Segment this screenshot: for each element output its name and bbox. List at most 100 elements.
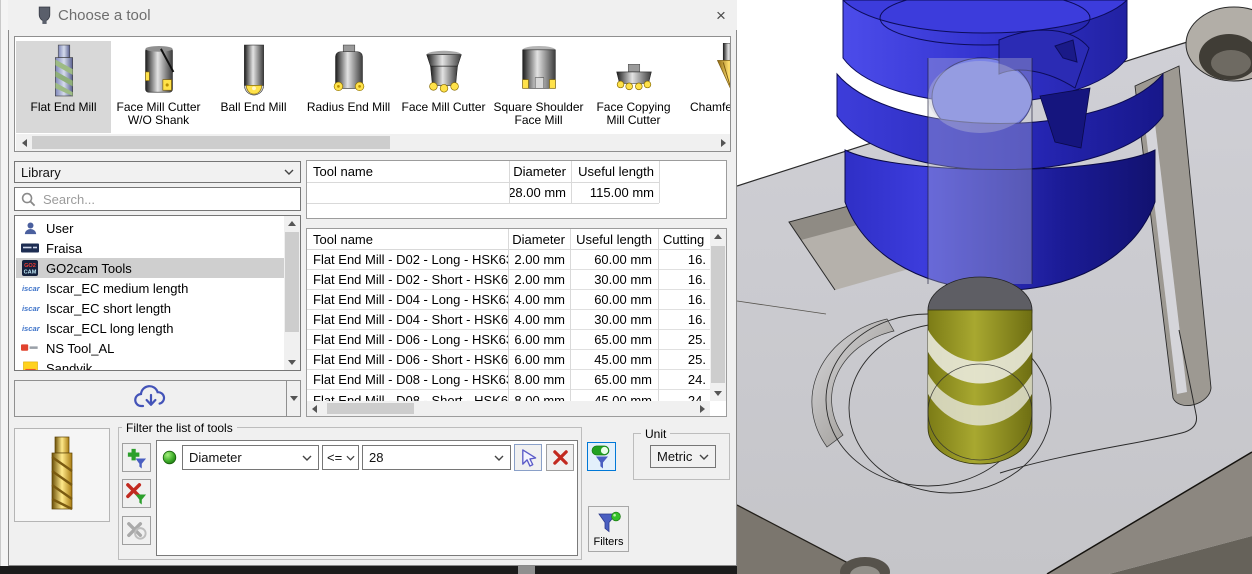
pointer-cursor-icon: [521, 449, 536, 467]
tools-table-scroll-up[interactable]: [710, 229, 726, 244]
library-item-iscar-ec-short[interactable]: iscar Iscar_EC short length: [16, 298, 284, 318]
close-button[interactable]: ×: [709, 5, 733, 26]
header-useful-length: Useful length: [576, 231, 652, 247]
library-item-iscar-ec-medium[interactable]: iscar Iscar_EC medium length: [16, 278, 284, 298]
library-list-scroll-up[interactable]: [284, 216, 300, 231]
tools-table-vscrollbar-thumb[interactable]: [711, 246, 725, 383]
value-useful-length: 115.00 mm: [589, 185, 654, 200]
cell-useful-length: 45.00 mm: [594, 352, 652, 367]
tool-type-label: Flat End Mill: [30, 100, 97, 114]
download-options-caret[interactable]: [287, 380, 301, 417]
tools-table-scroll-left[interactable]: [307, 401, 322, 416]
header-diameter: Diameter: [513, 164, 566, 179]
chamfer-mill-icon: [704, 41, 730, 99]
library-item-sandvik[interactable]: Sandvik: [16, 358, 284, 370]
scroll-down-icon: [714, 391, 722, 396]
scroll-down-icon: [288, 360, 296, 365]
library-list-scroll-down[interactable]: [284, 355, 300, 370]
download-library-button[interactable]: [14, 380, 287, 417]
app-root: Choose a tool × Flat End Mill Face Mill …: [0, 0, 1252, 574]
tool-strip-scroll-left[interactable]: [16, 134, 32, 151]
tool-preview-box: [14, 428, 110, 522]
tool-type-face-mill-cutter[interactable]: Face Mill Cutter: [396, 41, 491, 133]
cell-useful-length: 65.00 mm: [594, 372, 652, 387]
chevron-down-icon: [302, 455, 312, 461]
filter-toggle-icon: [591, 445, 609, 469]
cell-cutting: 16.: [687, 312, 706, 327]
scroll-left-icon: [312, 404, 317, 413]
filter-active-led: [162, 450, 177, 465]
tool-type-label: Face Copying Mill Cutter: [596, 100, 671, 127]
tool-type-radius-end-mill[interactable]: Radius End Mill: [301, 41, 396, 133]
3d-scene[interactable]: [736, 0, 1252, 574]
add-filter-button[interactable]: [122, 443, 151, 472]
selected-tool-header-row: Tool name Diameter Useful length: [307, 161, 659, 182]
search-box[interactable]: [14, 187, 301, 211]
tools-table-scroll-down[interactable]: [710, 386, 726, 401]
library-selector[interactable]: Library: [14, 161, 301, 183]
cell-tool-name: Flat End Mill - D04 - Short - HSK63: [313, 312, 508, 327]
3d-viewport[interactable]: [736, 0, 1252, 574]
tool-strip-scrollbar-thumb[interactable]: [32, 136, 390, 149]
face-copying-mill-cutter-icon: [609, 41, 659, 99]
filters-button[interactable]: Filters: [588, 506, 629, 552]
square-shoulder-face-mill-icon: [514, 41, 564, 99]
chevron-down-icon: [699, 454, 709, 460]
tools-table-hscrollbar-thumb[interactable]: [327, 403, 414, 414]
cell-cutting: 24.: [687, 372, 706, 387]
tool-type-ball-end-mill[interactable]: Ball End Mill: [206, 41, 301, 133]
tool-shank[interactable]: [927, 58, 1033, 344]
red-x-icon: [552, 450, 568, 465]
library-item-label: Iscar_EC short length: [46, 300, 172, 316]
face-mill-cutter-icon: [419, 41, 469, 99]
cell-useful-length: 60.00 mm: [594, 292, 652, 307]
tool-type-face-mill-wo-shank[interactable]: Face Mill Cutter W/O Shank: [111, 41, 206, 133]
filter-enable-toggle-button[interactable]: [587, 442, 616, 471]
search-input[interactable]: [43, 191, 273, 207]
filter-value-combobox[interactable]: 28: [362, 445, 511, 470]
pick-filter-button[interactable]: [514, 444, 542, 471]
cell-tool-name: Flat End Mill - D08 - Long - HSK63: [313, 372, 508, 387]
scroll-right-icon: [720, 138, 726, 147]
header-tool-name: Tool name: [313, 231, 373, 247]
cell-tool-name: Flat End Mill - D06 - Short - HSK63: [313, 352, 508, 367]
library-item-fraisa[interactable]: Fraisa: [16, 238, 284, 258]
cloud-download-icon: [133, 385, 165, 408]
nstool-logo: [20, 340, 40, 356]
library-selector-value: Library: [21, 164, 61, 180]
cell-useful-length: 60.00 mm: [594, 252, 652, 267]
library-item-label: Iscar_ECL long length: [46, 320, 174, 336]
library-item-ns-tool-al[interactable]: NS Tool_AL: [16, 338, 284, 358]
cell-diameter: 6.00 mm: [514, 352, 565, 367]
fraisa-logo: [20, 240, 40, 256]
radius-end-mill-icon: [324, 41, 374, 99]
cell-cutting: 16.: [687, 252, 706, 267]
chevron-down-icon: [284, 169, 294, 175]
tools-table-scroll-right[interactable]: [695, 401, 710, 416]
delete-filter-row-button[interactable]: [546, 444, 574, 471]
tool-type-flat-end-mill[interactable]: Flat End Mill: [16, 41, 111, 133]
library-item-user[interactable]: User: [16, 218, 284, 238]
tool-type-face-copying-mill-cutter[interactable]: Face Copying Mill Cutter: [586, 41, 681, 133]
cell-diameter: 4.00 mm: [514, 292, 565, 307]
tool-strip-scroll-right[interactable]: [715, 134, 730, 151]
caret-down-icon: [289, 396, 298, 401]
scroll-up-icon: [714, 234, 722, 239]
filter-operator-select[interactable]: <=: [322, 445, 359, 470]
tool-type-chamfer[interactable]: Chamfe: [681, 41, 730, 133]
tool-type-label: Ball End Mill: [220, 100, 287, 114]
remove-filter-button[interactable]: [122, 479, 151, 508]
library-item-iscar-ecl-long[interactable]: iscar Iscar_ECL long length: [16, 318, 284, 338]
clear-filters-button-disabled[interactable]: [122, 516, 151, 545]
cutter[interactable]: [927, 309, 1033, 465]
cell-useful-length: 30.00 mm: [594, 272, 652, 287]
library-list-scrollbar-thumb[interactable]: [285, 232, 299, 332]
library-item-go2cam-tools[interactable]: GO2 CAM GO2cam Tools: [16, 258, 284, 278]
library-item-label: Fraisa: [46, 240, 83, 256]
svg-text:iscar: iscar: [21, 284, 39, 293]
filters-button-label: Filters: [593, 535, 624, 548]
clear-filters-icon: [127, 522, 147, 540]
unit-select[interactable]: Metric: [650, 445, 716, 468]
tool-type-square-shoulder-face-mill[interactable]: Square Shoulder Face Mill: [491, 41, 586, 133]
filter-field-select[interactable]: Diameter: [182, 445, 319, 470]
